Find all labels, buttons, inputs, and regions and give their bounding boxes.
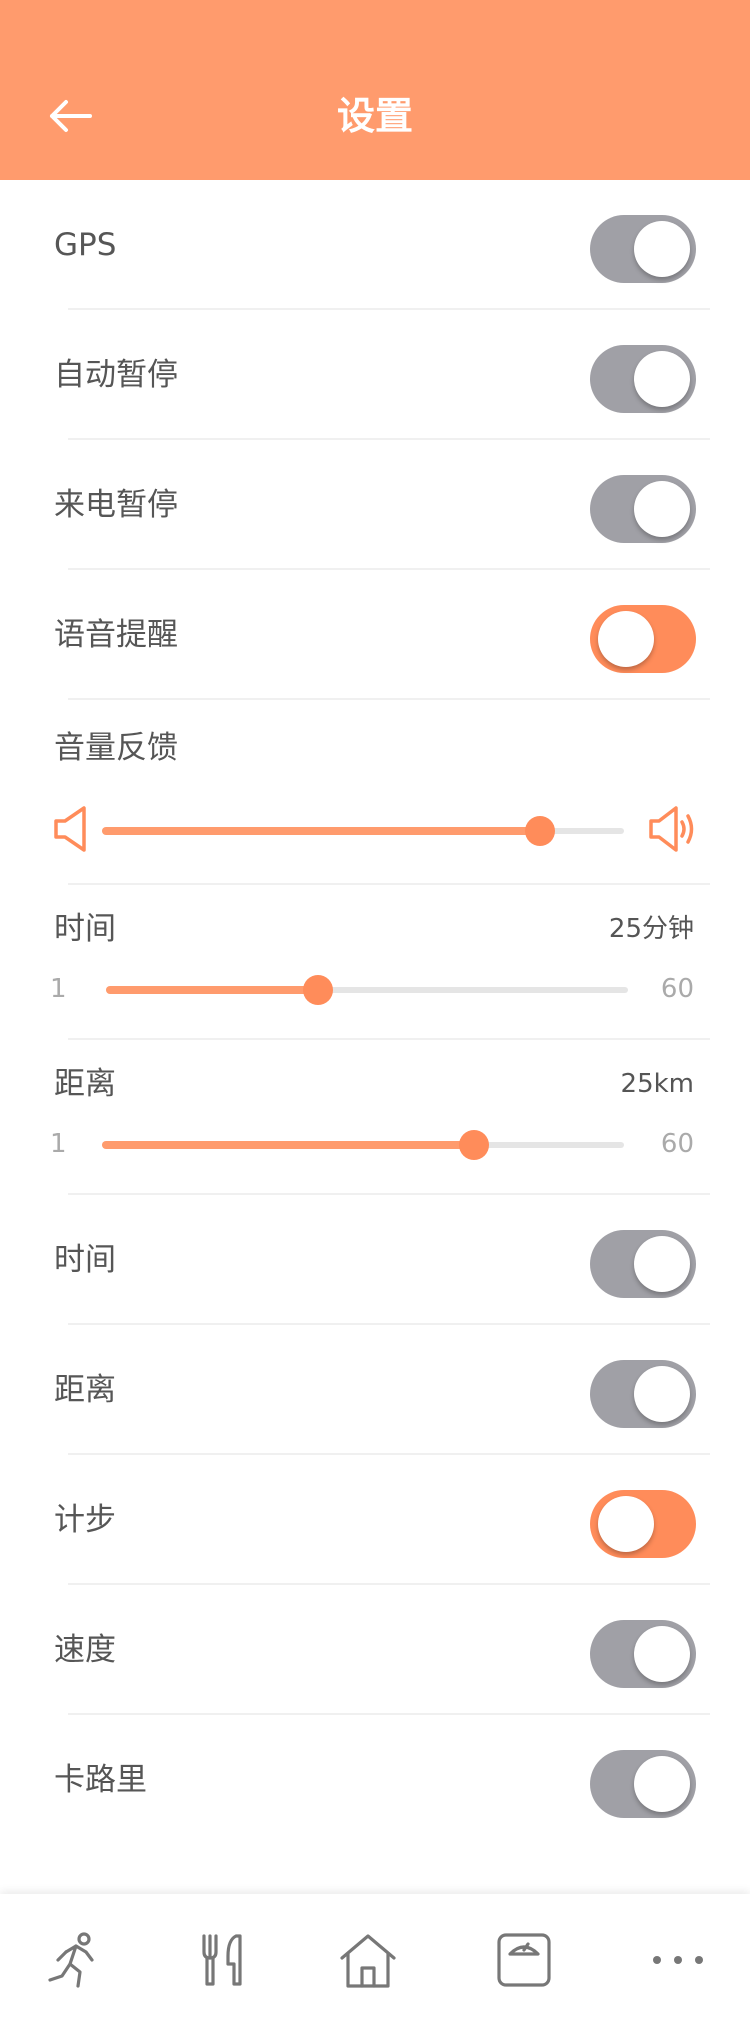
distance-range-max: 60 — [660, 1129, 694, 1159]
toggle-knob — [634, 221, 690, 277]
setting-row-gps: GPS — [0, 180, 750, 310]
slider-thumb[interactable] — [458, 1130, 489, 1160]
setting-label: 语音提醒 — [54, 617, 178, 653]
call-pause-toggle[interactable] — [590, 475, 696, 543]
settings-list: GPS 自动暂停 来电暂停 语音提醒 音量反馈 时间 25分钟 1 60 距离 … — [0, 180, 750, 1845]
cutlery-icon — [202, 1934, 242, 1986]
toggle-knob — [634, 1626, 690, 1682]
speed-toggle[interactable] — [590, 1620, 696, 1688]
time-range-label: 时间 — [54, 911, 116, 947]
gps-toggle[interactable] — [590, 215, 696, 283]
time-slider[interactable] — [106, 969, 628, 1009]
scale-icon — [497, 1933, 551, 1987]
setting-label: 速度 — [54, 1632, 116, 1668]
distance-range-min: 1 — [50, 1129, 67, 1159]
toggle-knob — [598, 1496, 654, 1552]
setting-row-voice-alert: 语音提醒 — [0, 570, 750, 700]
more-icon — [653, 1956, 703, 1964]
slider-fill — [102, 1141, 474, 1149]
toggle-knob — [634, 481, 690, 537]
tab-run[interactable] — [44, 1930, 104, 1990]
setting-row-time: 时间 — [0, 1195, 750, 1325]
time-range-max: 60 — [660, 974, 694, 1004]
setting-row-calorie: 卡路里 — [0, 1715, 750, 1845]
setting-label: GPS — [54, 227, 117, 263]
auto-pause-toggle[interactable] — [590, 345, 696, 413]
slider-fill — [102, 827, 541, 835]
toggle-knob — [634, 351, 690, 407]
run-icon — [48, 1932, 94, 1988]
volume-slider[interactable] — [102, 810, 624, 850]
setting-row-distance: 距离 — [0, 1325, 750, 1455]
calorie-toggle[interactable] — [590, 1750, 696, 1818]
setting-label: 距离 — [54, 1372, 116, 1408]
slider-thumb[interactable] — [303, 975, 334, 1005]
setting-row-steps: 计步 — [0, 1455, 750, 1585]
time-range-min: 1 — [50, 974, 67, 1004]
distance-slider[interactable] — [102, 1124, 624, 1164]
toggle-knob — [634, 1236, 690, 1292]
tab-scale[interactable] — [494, 1930, 554, 1990]
page-title: 设置 — [336, 94, 413, 138]
distance-range-label: 距离 — [54, 1066, 116, 1102]
bottom-tab-bar — [0, 1894, 750, 2040]
volume-setting: 音量反馈 — [0, 700, 750, 885]
volume-low-icon — [50, 804, 100, 854]
tab-home[interactable] — [338, 1930, 398, 1990]
tab-diet[interactable] — [192, 1930, 252, 1990]
setting-row-speed: 速度 — [0, 1585, 750, 1715]
home-icon — [340, 1934, 396, 1988]
steps-toggle[interactable] — [590, 1490, 696, 1558]
time-toggle[interactable] — [590, 1230, 696, 1298]
setting-label: 来电暂停 — [54, 487, 178, 523]
toggle-knob — [634, 1366, 690, 1422]
setting-label: 自动暂停 — [54, 357, 178, 393]
voice-alert-toggle[interactable] — [590, 605, 696, 673]
time-range-setting: 时间 25分钟 1 60 — [0, 885, 750, 1040]
setting-label: 计步 — [54, 1502, 116, 1538]
setting-label: 卡路里 — [54, 1762, 147, 1798]
slider-fill — [106, 986, 319, 994]
distance-toggle[interactable] — [590, 1360, 696, 1428]
slider-thumb[interactable] — [525, 816, 556, 846]
setting-row-auto-pause: 自动暂停 — [0, 310, 750, 440]
tab-more[interactable] — [648, 1930, 708, 1990]
distance-range-setting: 距离 25km 1 60 — [0, 1040, 750, 1195]
setting-label: 时间 — [54, 1242, 116, 1278]
volume-label: 音量反馈 — [54, 730, 178, 766]
toggle-knob — [634, 1756, 690, 1812]
distance-range-value: 25km — [620, 1069, 694, 1099]
header-bar: 设置 — [0, 0, 750, 180]
toggle-knob — [598, 611, 654, 667]
setting-row-call-pause: 来电暂停 — [0, 440, 750, 570]
volume-high-icon — [648, 804, 698, 854]
time-range-value: 25分钟 — [608, 914, 694, 944]
